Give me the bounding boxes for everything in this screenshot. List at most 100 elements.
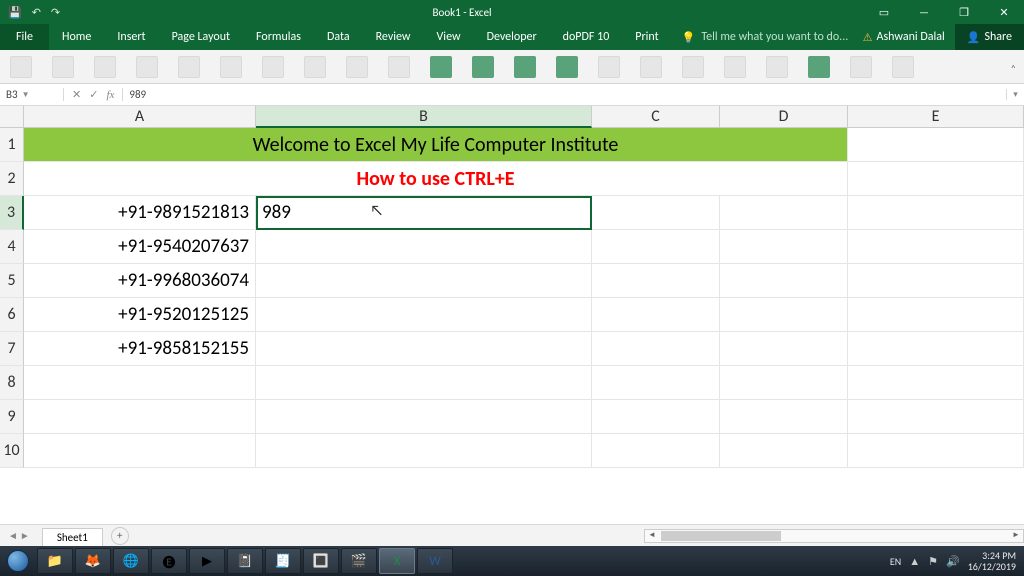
tray-icon[interactable]: ▲	[909, 555, 920, 568]
save-icon[interactable]: 💾	[8, 6, 22, 19]
cell[interactable]	[848, 230, 1024, 264]
taskbar-excel[interactable]: X	[379, 548, 415, 574]
minimize-icon[interactable]: —	[904, 0, 944, 24]
cell-title[interactable]: Welcome to Excel My Life Computer Instit…	[24, 128, 848, 162]
cell[interactable]	[848, 162, 1024, 196]
row-header[interactable]: 10	[0, 434, 24, 468]
cell[interactable]	[720, 196, 848, 230]
cell[interactable]	[720, 434, 848, 468]
cell-a7[interactable]: +91-9858152155	[24, 332, 256, 366]
cmd-button[interactable]	[808, 56, 830, 78]
cell[interactable]	[592, 366, 720, 400]
clock[interactable]: 3:24 PM 16/12/2019	[968, 550, 1016, 572]
start-button[interactable]	[0, 546, 36, 576]
cell[interactable]	[256, 400, 592, 434]
cmd-button[interactable]	[178, 56, 200, 78]
sheet-tab[interactable]: Sheet1	[42, 528, 103, 546]
cell[interactable]	[720, 400, 848, 434]
col-header-d[interactable]: D	[720, 106, 848, 128]
lang-indicator[interactable]: EN	[890, 555, 901, 568]
scroll-left-icon[interactable]: ◄	[645, 530, 659, 542]
cell-a3[interactable]: +91-9891521813	[24, 196, 256, 230]
cell[interactable]	[848, 332, 1024, 366]
tab-insert[interactable]: Insert	[104, 24, 158, 50]
col-header-e[interactable]: E	[848, 106, 1024, 128]
cancel-icon[interactable]: ✕	[72, 88, 81, 101]
cmd-button[interactable]	[472, 56, 494, 78]
col-header-b[interactable]: B	[256, 106, 592, 128]
ribbon-options-icon[interactable]: ▭	[864, 0, 904, 24]
taskbar-app[interactable]: 📓	[227, 548, 263, 574]
account-user[interactable]: ⚠Ashwani Dalal	[853, 24, 955, 50]
row-header[interactable]: 3	[0, 196, 24, 230]
row-header[interactable]: 8	[0, 366, 24, 400]
row-header[interactable]: 2	[0, 162, 24, 196]
taskbar-app[interactable]: 📁	[37, 548, 73, 574]
taskbar-app[interactable]: 🌐	[113, 548, 149, 574]
cell[interactable]	[592, 332, 720, 366]
cmd-button[interactable]	[556, 56, 578, 78]
row-header[interactable]: 6	[0, 298, 24, 332]
restore-icon[interactable]: ❐	[944, 0, 984, 24]
cell[interactable]	[720, 230, 848, 264]
cmd-button[interactable]	[682, 56, 704, 78]
undo-icon[interactable]: ↶	[32, 6, 41, 19]
cmd-button[interactable]	[52, 56, 74, 78]
enter-icon[interactable]: ✓	[89, 88, 98, 101]
cell[interactable]	[592, 196, 720, 230]
expand-formula-bar-icon[interactable]: ▾	[1006, 89, 1024, 100]
cell[interactable]	[592, 298, 720, 332]
row-header[interactable]: 9	[0, 400, 24, 434]
scroll-right-icon[interactable]: ►	[1009, 530, 1023, 542]
tab-print[interactable]: Print	[622, 24, 671, 50]
tab-file[interactable]: File	[0, 24, 49, 50]
cell-subtitle[interactable]: How to use CTRL+E	[24, 162, 848, 196]
cell[interactable]	[24, 434, 256, 468]
taskbar-app[interactable]: 🦊	[75, 548, 111, 574]
cell[interactable]	[848, 366, 1024, 400]
cell[interactable]	[24, 400, 256, 434]
sheet-next-icon[interactable]: ►	[20, 529, 30, 542]
taskbar-app[interactable]: ▶	[189, 548, 225, 574]
cell[interactable]	[720, 366, 848, 400]
chevron-down-icon[interactable]: ▼	[22, 90, 30, 100]
cmd-button[interactable]	[262, 56, 284, 78]
cell[interactable]	[24, 366, 256, 400]
cmd-button[interactable]	[346, 56, 368, 78]
select-all-button[interactable]	[0, 106, 24, 128]
col-header-a[interactable]: A	[24, 106, 256, 128]
cell[interactable]	[592, 434, 720, 468]
cell[interactable]	[256, 230, 592, 264]
cell[interactable]	[256, 332, 592, 366]
cell[interactable]	[720, 332, 848, 366]
scroll-thumb[interactable]	[661, 531, 781, 541]
row-header[interactable]: 4	[0, 230, 24, 264]
row-header[interactable]: 5	[0, 264, 24, 298]
cell[interactable]	[256, 434, 592, 468]
cmd-button[interactable]	[10, 56, 32, 78]
cell-a5[interactable]: +91-9968036074	[24, 264, 256, 298]
fx-icon[interactable]: fx	[106, 89, 114, 101]
sheet-prev-icon[interactable]: ◄	[8, 529, 18, 542]
cell[interactable]	[848, 128, 1024, 162]
tab-data[interactable]: Data	[314, 24, 363, 50]
cell[interactable]	[592, 230, 720, 264]
tell-me-search[interactable]: 💡Tell me what you want to do...	[672, 24, 853, 50]
cell-a4[interactable]: +91-9540207637	[24, 230, 256, 264]
collapse-ribbon-icon[interactable]: ˄	[1011, 62, 1016, 75]
tab-dopdf[interactable]: doPDF 10	[550, 24, 623, 50]
cell[interactable]	[848, 434, 1024, 468]
taskbar-app[interactable]: 🅔	[151, 548, 187, 574]
taskbar-word[interactable]: W	[417, 548, 453, 574]
action-center-icon[interactable]: ⚑	[928, 555, 938, 568]
cmd-button[interactable]	[640, 56, 662, 78]
cell[interactable]	[720, 298, 848, 332]
cell[interactable]	[592, 400, 720, 434]
horizontal-scrollbar[interactable]: ◄ ►	[644, 529, 1024, 543]
cell-a6[interactable]: +91-9520125125	[24, 298, 256, 332]
taskbar-app[interactable]: 🧾	[265, 548, 301, 574]
col-header-c[interactable]: C	[592, 106, 720, 128]
cmd-button[interactable]	[850, 56, 872, 78]
cell[interactable]	[848, 400, 1024, 434]
cmd-button[interactable]	[598, 56, 620, 78]
